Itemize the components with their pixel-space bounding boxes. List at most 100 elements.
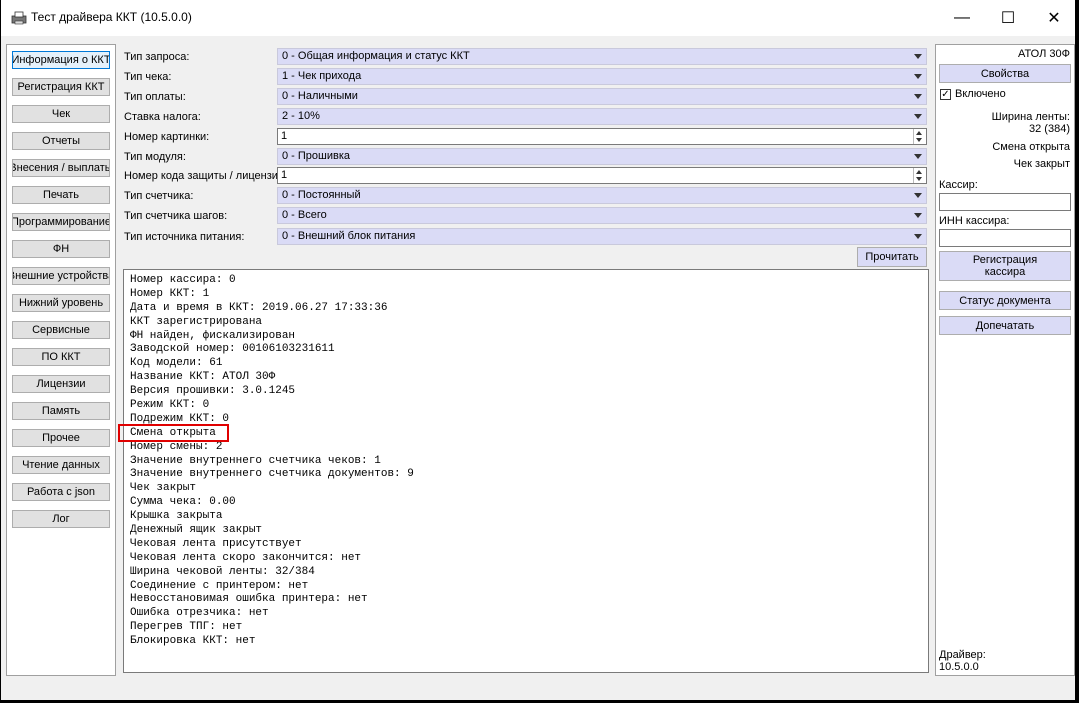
close-button[interactable]: ✕: [1031, 0, 1075, 36]
nav-button-kkt-software[interactable]: ПО ККТ: [12, 348, 110, 366]
output-line: Номер смены: 2: [130, 440, 223, 453]
output-line: Денежный ящик закрыт: [130, 524, 263, 537]
enabled-label: Включено: [955, 88, 1006, 100]
nav-button-cash-in-out[interactable]: Внесения / выплаты: [12, 159, 110, 177]
request-type-value: 0 - Общая информация и статус ККТ: [282, 50, 470, 62]
output-line: Название ККТ: АТОЛ 30Ф: [130, 371, 276, 384]
output-line: Ошибка отрезчика: нет: [130, 607, 269, 620]
chevron-down-icon: [914, 213, 922, 218]
license-code-input[interactable]: 1: [277, 167, 927, 184]
request-type-label: Тип запроса:: [124, 51, 190, 63]
tax-rate-label: Ставка налога:: [124, 111, 201, 123]
spin-buttons[interactable]: [913, 129, 926, 144]
output-line: Значение внутреннего счетчика чеков: 1: [130, 454, 381, 467]
nav-button-json[interactable]: Работа с json: [12, 483, 110, 501]
cashier-inn-label: ИНН кассира:: [939, 215, 1010, 227]
output-text-area[interactable]: Номер кассира: 0 Номер ККТ: 1 Дата и время…: [123, 269, 929, 673]
right-panel: АТОЛ 30Ф Свойства ✓ Включено Ширина лент…: [935, 44, 1075, 676]
output-line: Перегрев ТПГ: нет: [130, 621, 243, 634]
nav-button-fn[interactable]: ФН: [12, 240, 110, 258]
output-line: Номер ККТ: 1: [130, 287, 210, 300]
chevron-down-icon: [914, 94, 922, 99]
spin-down-icon[interactable]: [916, 177, 922, 181]
nav-button-receipt[interactable]: Чек: [12, 105, 110, 123]
payment-type-value: 0 - Наличными: [282, 90, 358, 102]
nav-button-other[interactable]: Прочее: [12, 429, 110, 447]
app-window: Тест драйвера ККТ (10.5.0.0) — ☐ ✕ Инфор…: [1, 0, 1075, 700]
printer-app-icon: [11, 11, 27, 25]
maximize-button[interactable]: ☐: [985, 0, 1031, 36]
output-line: Крышка закрыта: [130, 510, 223, 523]
power-source-select[interactable]: 0 - Внешний блок питания: [277, 228, 927, 245]
nav-button-low-level[interactable]: Нижний уровень: [12, 294, 110, 312]
output-line: Соединение с принтером: нет: [130, 579, 309, 592]
nav-button-log[interactable]: Лог: [12, 510, 110, 528]
title-bar: Тест драйвера ККТ (10.5.0.0) — ☐ ✕: [1, 0, 1075, 36]
register-cashier-button[interactable]: Регистрация кассира: [939, 251, 1071, 281]
picture-number-value: 1: [281, 130, 288, 142]
output-line: Сумма чека: 0.00: [130, 496, 236, 509]
spin-up-icon[interactable]: [916, 170, 922, 174]
nav-button-reports[interactable]: Отчеты: [12, 132, 110, 150]
step-counter-type-select[interactable]: 0 - Всего: [277, 207, 927, 224]
nav-button-kkt-info[interactable]: Информация о ККТ: [12, 51, 110, 69]
shift-status: Смена открыта: [992, 141, 1070, 153]
nav-button-memory[interactable]: Память: [12, 402, 110, 420]
tax-rate-select[interactable]: 2 - 10%: [277, 108, 927, 125]
cashier-inn-input[interactable]: [939, 229, 1071, 247]
module-type-label: Тип модуля:: [124, 151, 186, 163]
properties-button[interactable]: Свойства: [939, 64, 1071, 83]
payment-type-select[interactable]: 0 - Наличными: [277, 88, 927, 105]
power-source-label: Тип источника питания:: [124, 231, 245, 243]
document-status-button[interactable]: Статус документа: [939, 291, 1071, 310]
spin-up-icon[interactable]: [916, 131, 922, 135]
cashier-input[interactable]: [939, 193, 1071, 211]
output-line: Невосстановимая ошибка принтера: нет: [130, 593, 368, 606]
chevron-down-icon: [914, 74, 922, 79]
receipt-type-value: 1 - Чек прихода: [282, 70, 362, 82]
enabled-checkbox[interactable]: ✓: [940, 89, 951, 100]
output-line: Подрежим ККТ: 0: [130, 412, 230, 425]
nav-button-licenses[interactable]: Лицензии: [12, 375, 110, 393]
output-line: Номер кассира: 0: [130, 274, 236, 286]
window-title: Тест драйвера ККТ (10.5.0.0): [31, 10, 192, 24]
chevron-down-icon: [914, 234, 922, 239]
chevron-down-icon: [914, 193, 922, 198]
nav-button-kkt-registration[interactable]: Регистрация ККТ: [12, 78, 110, 96]
module-type-value: 0 - Прошивка: [282, 150, 351, 162]
nav-button-print[interactable]: Печать: [12, 186, 110, 204]
receipt-status: Чек закрыт: [1013, 158, 1070, 170]
output-line: Код модели: 61: [130, 357, 223, 370]
step-counter-type-label: Тип счетчика шагов:: [124, 210, 228, 222]
nav-button-programming[interactable]: Программирование: [12, 213, 110, 231]
receipt-type-select[interactable]: 1 - Чек прихода: [277, 68, 927, 85]
output-line: Режим ККТ: 0: [130, 399, 210, 412]
counter-type-select[interactable]: 0 - Постоянный: [277, 187, 927, 204]
receipt-type-label: Тип чека:: [124, 71, 172, 83]
step-counter-type-value: 0 - Всего: [282, 209, 327, 221]
output-line: Заводской номер: 00106103231611: [130, 343, 335, 356]
read-button[interactable]: Прочитать: [857, 247, 927, 267]
counter-type-value: 0 - Постоянный: [282, 189, 361, 201]
spin-down-icon[interactable]: [916, 138, 922, 142]
payment-type-label: Тип оплаты:: [124, 91, 186, 103]
driver-version: Драйвер: 10.5.0.0: [939, 649, 986, 673]
highlight-annotation-box: [118, 424, 229, 442]
counter-type-label: Тип счетчика:: [124, 190, 194, 202]
left-nav-panel: Информация о ККТ Регистрация ККТ Чек Отч…: [6, 44, 116, 676]
output-line: Дата и время в ККТ: 2019.06.27 17:33:36: [130, 301, 388, 314]
output-line: Чековая лента присутствует: [130, 537, 302, 550]
chevron-down-icon: [914, 54, 922, 59]
module-type-select[interactable]: 0 - Прошивка: [277, 148, 927, 165]
picture-number-input[interactable]: 1: [277, 128, 927, 145]
spin-buttons[interactable]: [913, 168, 926, 183]
minimize-button[interactable]: —: [939, 0, 985, 36]
output-line: Значение внутреннего счетчика документов…: [130, 468, 414, 481]
reprint-button[interactable]: Допечатать: [939, 316, 1071, 335]
nav-button-service[interactable]: Сервисные: [12, 321, 110, 339]
chevron-down-icon: [914, 114, 922, 119]
nav-button-external-devices[interactable]: Внешние устройства: [12, 267, 110, 285]
output-line: Чек закрыт: [130, 482, 197, 495]
nav-button-read-data[interactable]: Чтение данных: [12, 456, 110, 474]
request-type-select[interactable]: 0 - Общая информация и статус ККТ: [277, 48, 927, 65]
